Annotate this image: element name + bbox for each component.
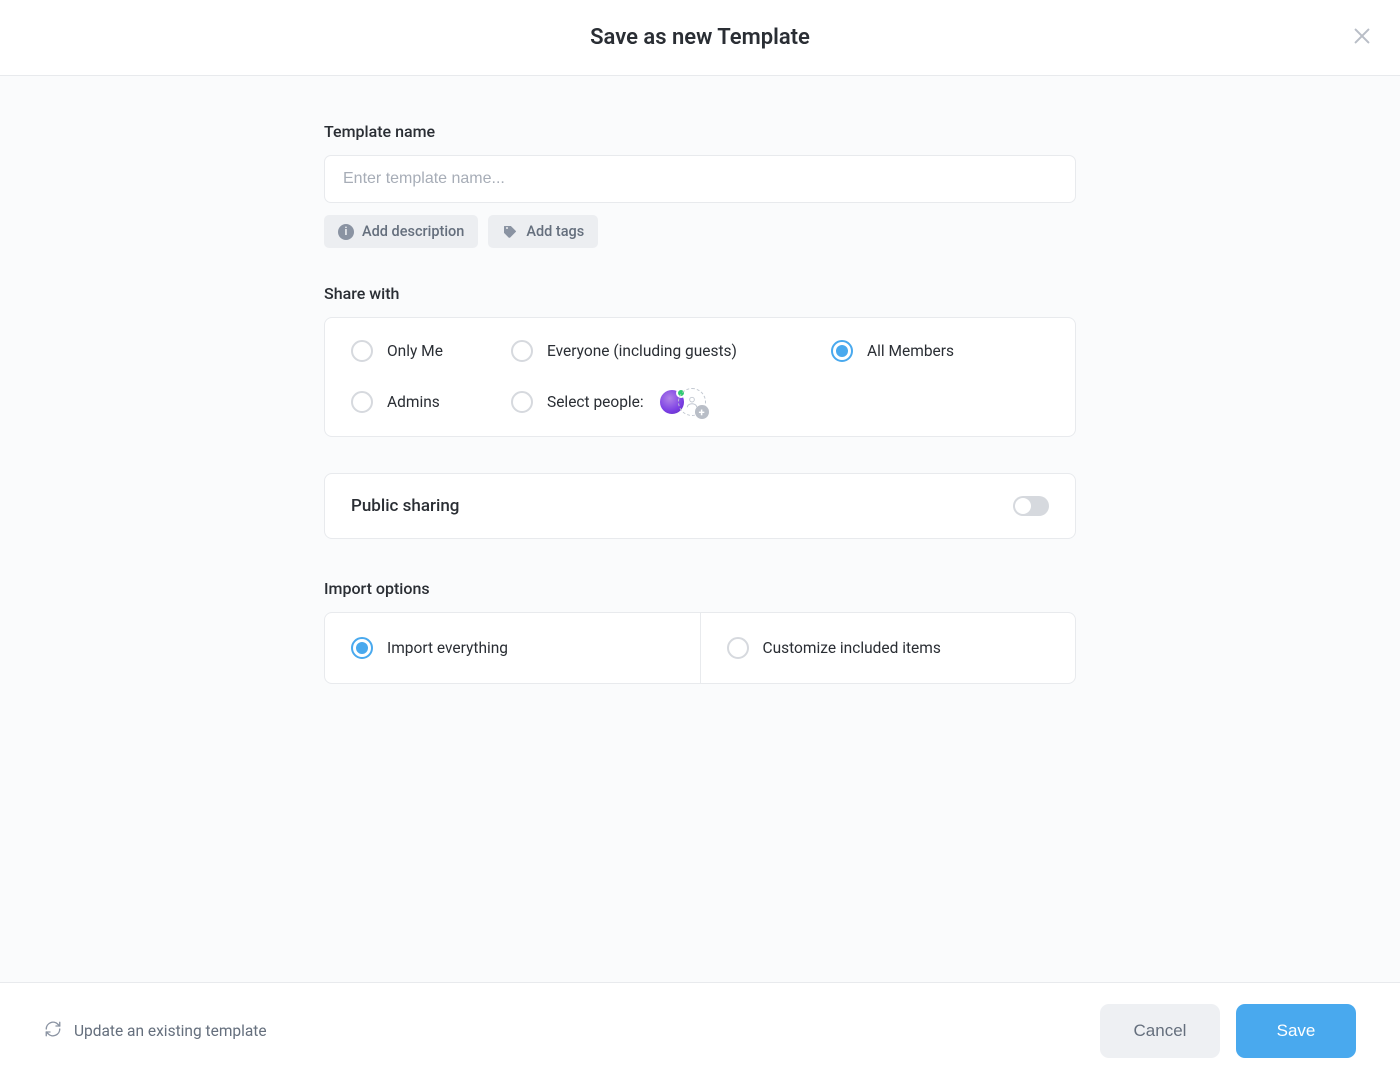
template-name-input[interactable] [324,155,1076,203]
import-option-customize[interactable]: Customize included items [700,613,1076,683]
share-option-label: All Members [867,342,954,360]
template-name-label: Template name [324,122,1076,141]
close-button[interactable] [1348,24,1376,52]
plus-icon: + [695,405,709,419]
share-option-all-members[interactable]: All Members [831,340,1049,362]
import-option-label: Customize included items [763,639,941,657]
share-option-select-people[interactable]: Select people: + [511,388,821,416]
import-options-label: Import options [324,579,1076,598]
update-existing-template-link[interactable]: Update an existing template [44,1020,267,1042]
add-description-button[interactable]: i Add description [324,215,478,248]
dialog-header: Save as new Template [0,0,1400,76]
form: Template name i Add description Add tags… [324,122,1076,982]
radio-icon [831,340,853,362]
radio-icon [511,340,533,362]
radio-icon [351,340,373,362]
share-option-everyone[interactable]: Everyone (including guests) [511,340,821,362]
share-radio-group: Only Me Everyone (including guests) All … [351,340,1049,416]
cancel-button[interactable]: Cancel [1100,1004,1220,1058]
dialog-body: Template name i Add description Add tags… [0,76,1400,982]
save-button[interactable]: Save [1236,1004,1356,1058]
share-option-label: Everyone (including guests) [547,342,737,360]
people-avatars: + [658,388,706,416]
add-tags-label: Add tags [526,223,584,240]
add-people-button[interactable]: + [678,388,706,416]
dialog-title: Save as new Template [590,25,810,50]
radio-icon [727,637,749,659]
public-sharing-toggle[interactable] [1013,496,1049,516]
dialog-footer: Update an existing template Cancel Save [0,982,1400,1078]
tag-icon [502,224,518,240]
radio-icon [351,637,373,659]
import-options-card: Import everything Customize included ite… [324,612,1076,684]
share-option-admins[interactable]: Admins [351,391,501,413]
share-card: Only Me Everyone (including guests) All … [324,317,1076,437]
add-tags-button[interactable]: Add tags [488,215,598,248]
add-description-label: Add description [362,223,464,240]
toggle-knob-icon [1015,498,1031,514]
share-option-only-me[interactable]: Only Me [351,340,501,362]
update-existing-label: Update an existing template [74,1022,267,1040]
radio-icon [351,391,373,413]
pill-row: i Add description Add tags [324,215,1076,248]
footer-actions: Cancel Save [1100,1004,1356,1058]
public-sharing-label: Public sharing [351,496,459,516]
radio-icon [511,391,533,413]
info-icon: i [338,224,354,240]
import-option-label: Import everything [387,639,508,657]
save-template-dialog: Save as new Template Template name i Add… [0,0,1400,1078]
share-with-label: Share with [324,284,1076,303]
share-option-label: Admins [387,393,440,411]
import-option-everything[interactable]: Import everything [325,613,700,683]
share-option-label: Only Me [387,342,443,360]
public-sharing-card: Public sharing [324,473,1076,539]
close-icon [1351,25,1373,51]
share-option-label: Select people: [547,393,644,411]
refresh-icon [44,1020,62,1042]
